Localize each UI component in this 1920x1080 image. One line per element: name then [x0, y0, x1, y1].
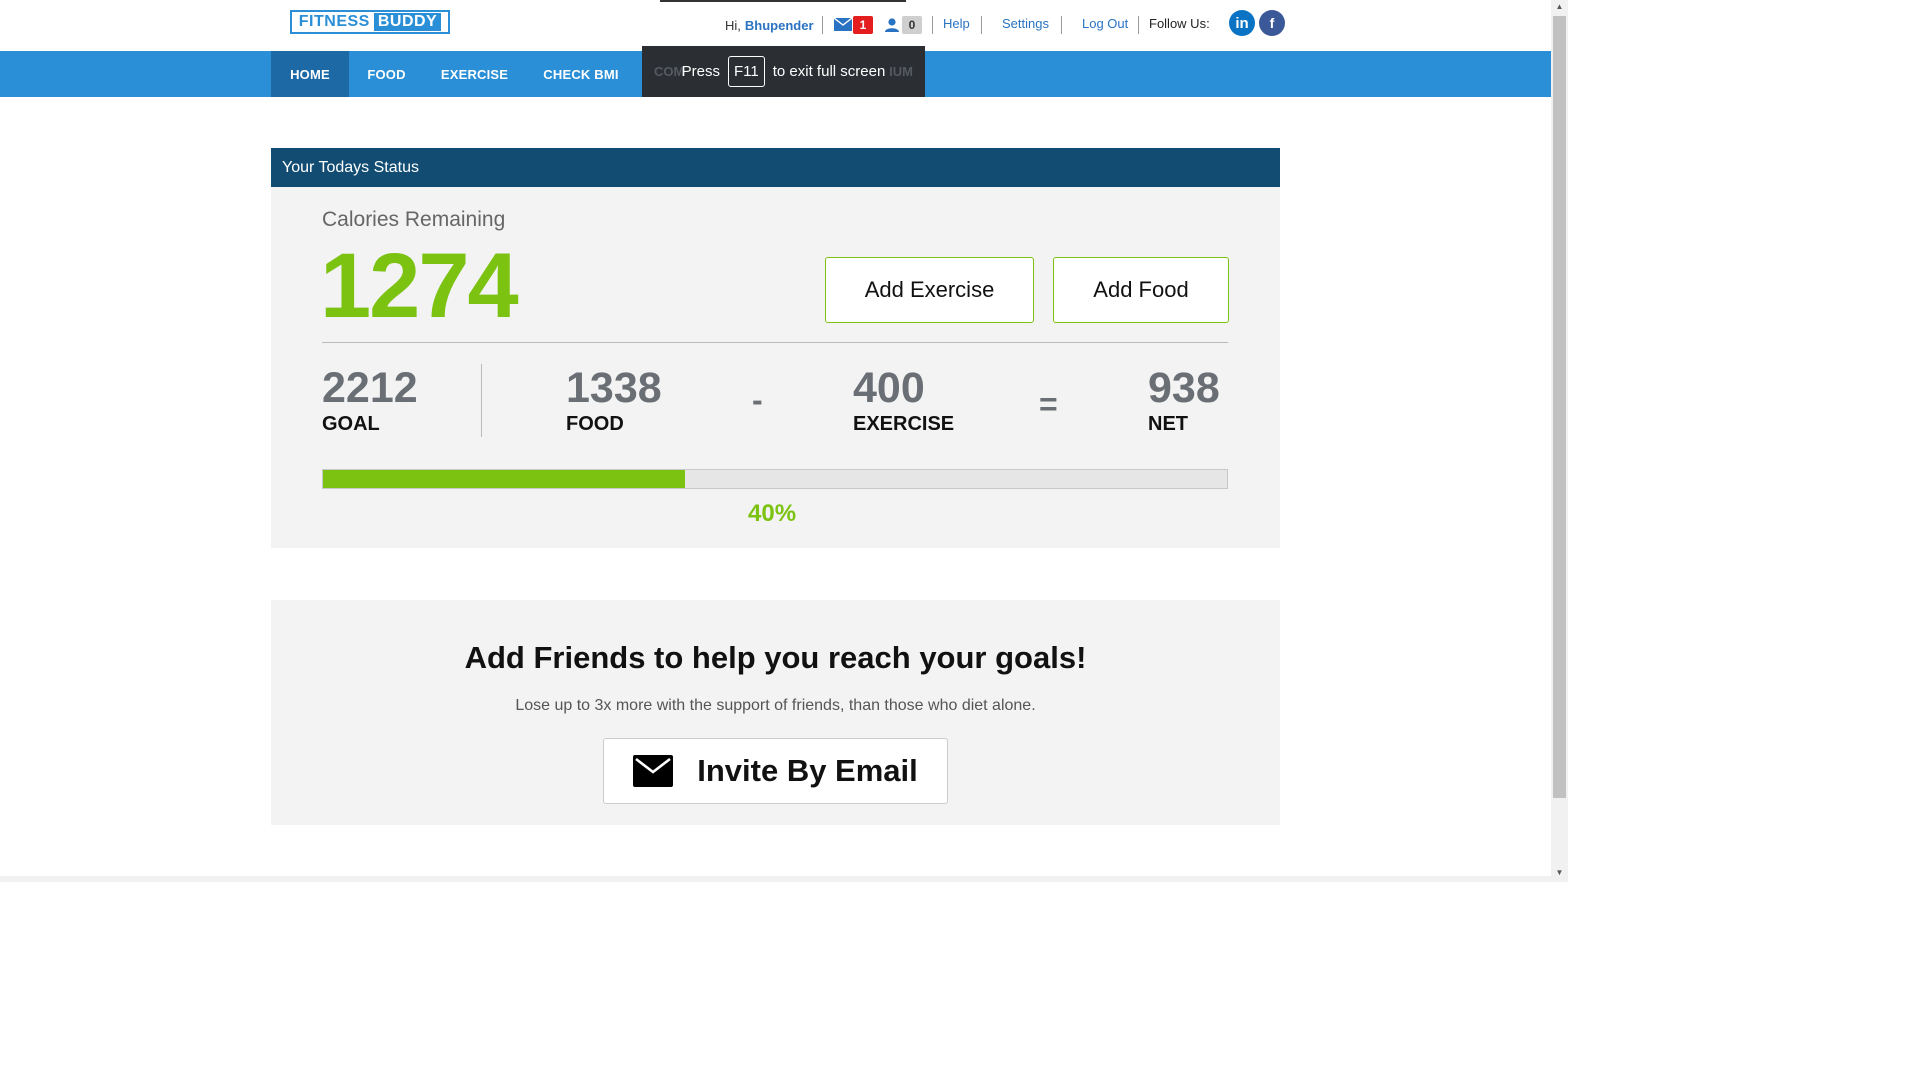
nav-item-home[interactable]: HOME — [271, 51, 349, 97]
nav-item-exercise[interactable]: EXERCISE — [424, 51, 525, 97]
top-header: FITNESS BUDDY Hi, Bhupender 1 0 Help Set… — [0, 0, 1551, 51]
help-link[interactable]: Help — [943, 16, 970, 31]
friend-requests-count-badge[interactable]: 0 — [902, 16, 922, 34]
nav-item-food[interactable]: FOOD — [349, 51, 424, 97]
divider — [1061, 16, 1062, 34]
follow-us-label: Follow Us: — [1149, 16, 1210, 31]
invite-by-email-label: Invite By Email — [697, 753, 918, 788]
linkedin-icon[interactable]: in — [1229, 10, 1255, 36]
divider — [1138, 16, 1139, 34]
add-exercise-button[interactable]: Add Exercise — [825, 257, 1034, 323]
food-value: 1338 — [566, 364, 662, 412]
envelope-icon — [633, 755, 674, 787]
calorie-progress-bar — [322, 469, 1228, 489]
fullscreen-indicator-line — [660, 0, 906, 2]
exercise-value: 400 — [853, 364, 925, 412]
settings-link[interactable]: Settings — [1002, 16, 1049, 31]
username-link[interactable]: Bhupender — [745, 18, 814, 33]
calorie-progress-percent: 40% — [748, 500, 797, 527]
mail-icon[interactable] — [834, 18, 852, 31]
greeting-text: Hi, — [725, 17, 741, 33]
minus-operator: - — [752, 382, 763, 418]
logo-text-fitness: FITNESS — [298, 13, 370, 30]
divider — [322, 342, 1228, 343]
friend-requests-icon[interactable] — [884, 17, 900, 33]
divider — [932, 16, 933, 34]
add-food-button[interactable]: Add Food — [1053, 257, 1229, 323]
scroll-up-arrow-icon[interactable]: ▲ — [1553, 0, 1566, 14]
divider — [481, 364, 482, 437]
nav-item-hidden-right[interactable]: IUM — [889, 64, 913, 79]
invite-by-email-button[interactable]: Invite By Email — [603, 738, 948, 804]
nav-item-hidden-left[interactable]: COM — [654, 64, 684, 79]
logo-text-buddy: BUDDY — [373, 13, 442, 31]
facebook-icon[interactable]: f — [1259, 10, 1285, 36]
net-value: 938 — [1148, 364, 1220, 412]
user-greeting: Hi, Bhupender — [725, 13, 814, 37]
equals-operator: = — [1039, 386, 1058, 422]
status-card-title: Your Todays Status — [271, 148, 1280, 187]
calories-remaining-label: Calories Remaining — [322, 208, 506, 231]
calories-remaining-value: 1274 — [320, 235, 519, 337]
horizontal-scrollbar — [0, 876, 1551, 882]
divider — [981, 16, 982, 34]
add-friends-title: Add Friends to help you reach your goals… — [464, 640, 1087, 675]
net-label: NET — [1148, 413, 1188, 435]
fullscreen-message: to exit full screen — [772, 63, 886, 80]
facebook-icon-text: f — [1269, 15, 1275, 31]
logout-link[interactable]: Log Out — [1082, 16, 1128, 31]
fitness-buddy-logo[interactable]: FITNESS BUDDY — [290, 10, 450, 34]
nav-item-check-bmi[interactable]: CHECK BMI — [525, 51, 637, 97]
goal-value: 2212 — [322, 364, 418, 412]
goal-label: GOAL — [322, 413, 380, 435]
fullscreen-notice: COM Press F11 to exit full screen IUM — [642, 46, 925, 97]
exercise-label: EXERCISE — [853, 413, 955, 435]
fullscreen-press-text: Press — [681, 63, 721, 80]
fullscreen-key: F11 — [728, 56, 765, 87]
food-label: FOOD — [566, 413, 624, 435]
add-friends-subtitle: Lose up to 3x more with the support of f… — [515, 697, 1036, 714]
divider — [822, 16, 823, 34]
scroll-down-arrow-icon[interactable]: ▼ — [1553, 866, 1566, 880]
messages-count-badge[interactable]: 1 — [853, 16, 873, 34]
calorie-progress-fill — [323, 470, 685, 488]
scrollbar-thumb[interactable] — [1553, 16, 1566, 798]
linkedin-icon-text: in — [1235, 14, 1249, 32]
